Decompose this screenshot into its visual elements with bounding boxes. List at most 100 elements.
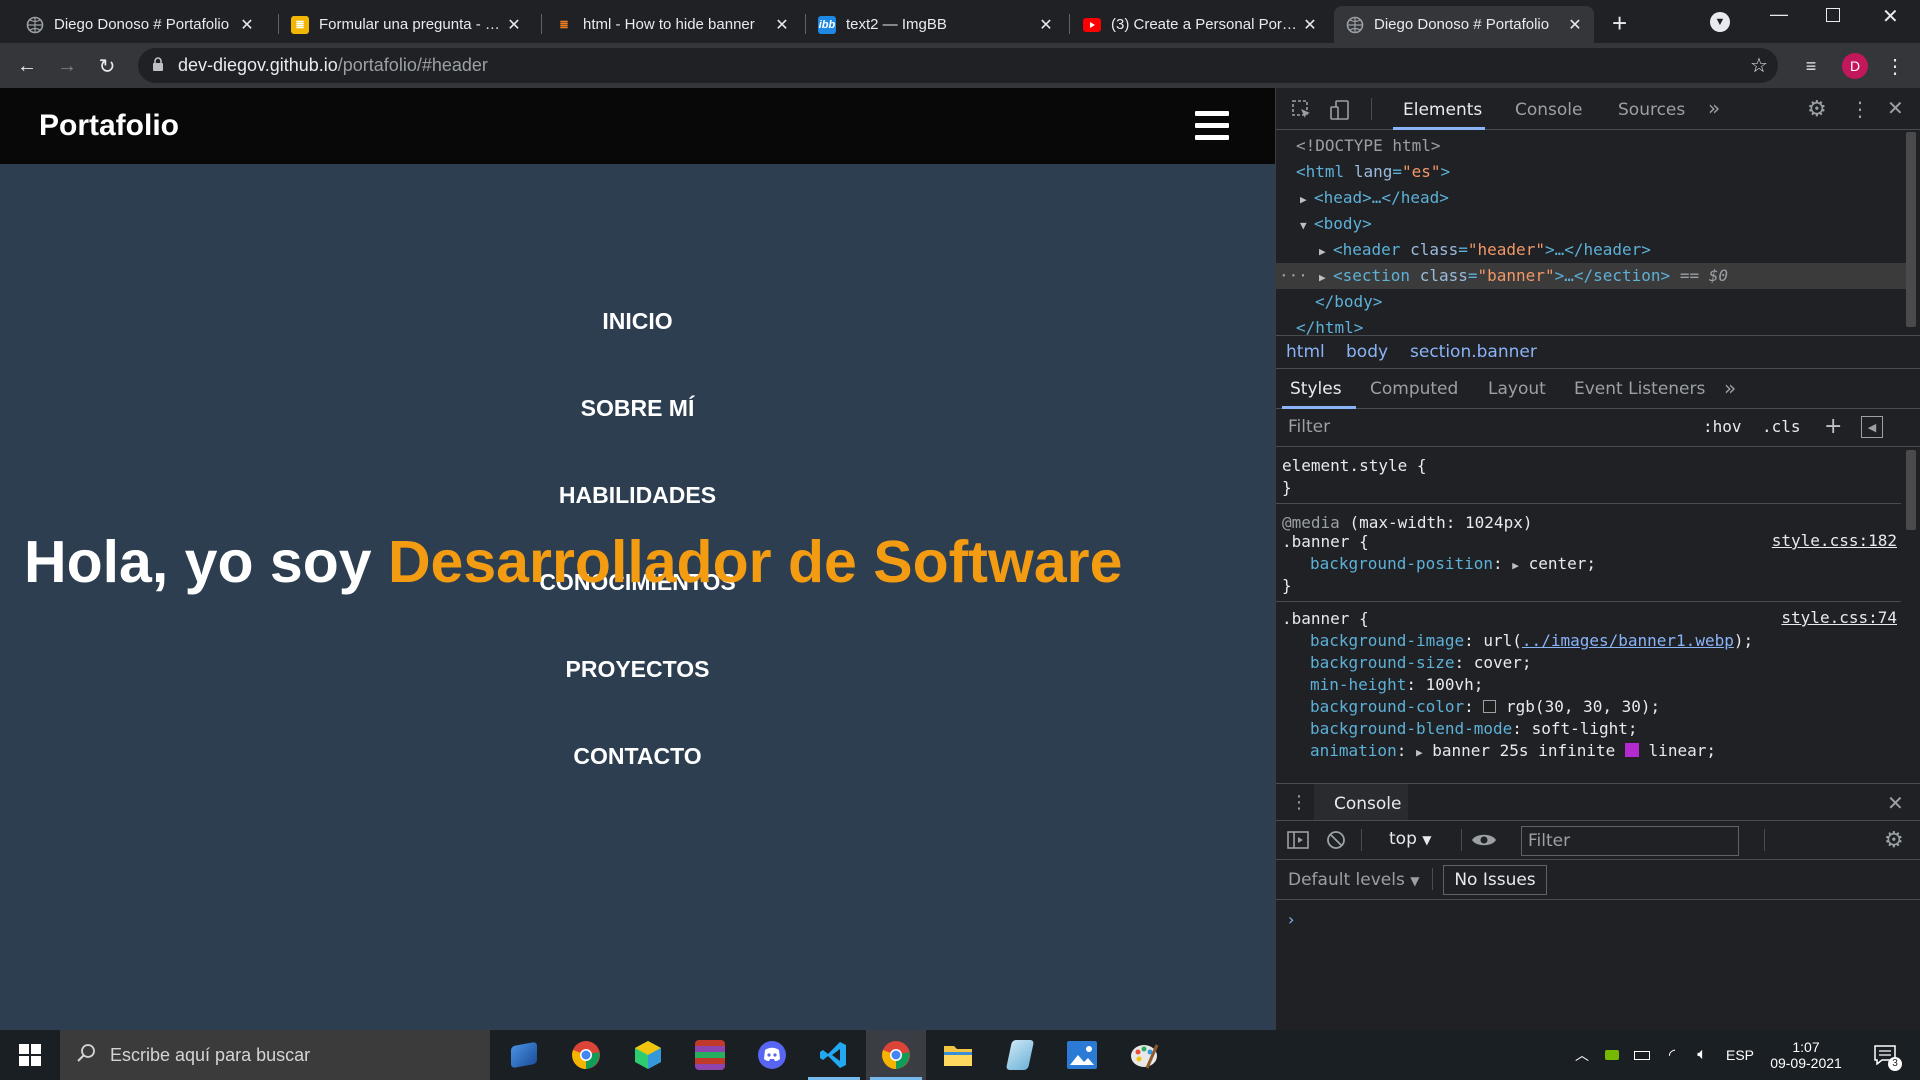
forward-icon[interactable]: → — [52, 51, 82, 81]
dom-node[interactable]: ▶ <header class="header">…</header> — [1276, 237, 1906, 263]
browser-tab[interactable]: (3) Create a Personal Portfolio ✕ — [1071, 6, 1329, 43]
dom-node[interactable]: <!DOCTYPE html> — [1276, 133, 1906, 159]
crumb-section-banner[interactable]: section.banner — [1410, 342, 1537, 362]
context-selector[interactable]: top ▼ — [1389, 829, 1432, 849]
live-expression-eye-icon[interactable] — [1470, 829, 1498, 851]
close-tab-icon[interactable]: ✕ — [771, 15, 793, 35]
css-declaration[interactable]: background-color: rgb(30, 30, 30); — [1310, 696, 1660, 718]
browser-tab[interactable]: ≣ Formular una pregunta - Stack ✕ — [279, 6, 533, 43]
hamburger-menu-icon[interactable] — [1195, 111, 1229, 141]
dom-scrollbar[interactable] — [1906, 132, 1916, 327]
nav-link-habilidades[interactable]: HABILIDADES — [0, 482, 1275, 509]
tab-event-listeners[interactable]: Event Listeners — [1574, 379, 1705, 399]
wifi-icon[interactable]: ◜ — [1660, 1030, 1684, 1080]
console-settings-gear-icon[interactable]: ⚙ — [1884, 828, 1904, 853]
dom-node-selected[interactable]: ··· ▶ <section class="banner">…</section> … — [1276, 263, 1906, 289]
profile-avatar[interactable]: D — [1842, 53, 1868, 79]
close-window-icon[interactable]: ✕ — [1882, 4, 1899, 29]
winrar-icon[interactable] — [680, 1030, 740, 1080]
new-style-rule-icon[interactable]: + — [1824, 414, 1842, 439]
device-toolbar-icon[interactable] — [1328, 98, 1352, 122]
css-declaration[interactable]: min-height: 100vh; — [1310, 674, 1483, 696]
dom-node[interactable]: ▶ <head>…</head> — [1276, 185, 1906, 211]
clock[interactable]: 1:07 09-09-2021 — [1764, 1030, 1848, 1080]
css-declaration[interactable]: background-blend-mode: soft-light; — [1310, 718, 1638, 740]
css-declaration[interactable]: animation: ▶ banner 25s infinite linear; — [1310, 740, 1716, 762]
more-tabs-icon[interactable]: » — [1708, 96, 1720, 120]
task-view-icon[interactable] — [494, 1030, 554, 1080]
notepad-icon[interactable] — [990, 1030, 1050, 1080]
console-sidebar-icon[interactable] — [1286, 829, 1310, 851]
css-declaration[interactable]: background-position: ▶ center; — [1310, 553, 1596, 575]
bookmark-star-icon[interactable]: ☆ — [1750, 53, 1768, 78]
devtools-menu-icon[interactable]: ⋮ — [1850, 97, 1870, 121]
dom-node[interactable]: </body> — [1276, 289, 1906, 315]
volume-icon[interactable]: 🔈︎ — [1690, 1030, 1714, 1080]
close-tab-icon[interactable]: ✕ — [503, 15, 525, 35]
lock-icon[interactable] — [152, 56, 168, 75]
reading-list-icon[interactable]: ≡ — [1796, 51, 1826, 81]
chrome-active-icon[interactable] — [866, 1030, 926, 1080]
back-icon[interactable]: ← — [12, 51, 42, 81]
discord-icon[interactable] — [742, 1030, 802, 1080]
nvidia-tray-icon[interactable] — [1600, 1030, 1624, 1080]
vscode-icon[interactable] — [804, 1030, 864, 1080]
photos-icon[interactable] — [1052, 1030, 1112, 1080]
reload-icon[interactable]: ↻ — [92, 51, 122, 81]
close-devtools-icon[interactable]: ✕ — [1887, 96, 1904, 120]
tab-layout[interactable]: Layout — [1488, 379, 1546, 399]
rule-selector[interactable]: .banner { — [1282, 531, 1369, 553]
nav-link-contacto[interactable]: CONTACTO — [0, 743, 1275, 770]
tab-console[interactable]: Console — [1515, 100, 1583, 120]
chrome-icon[interactable] — [556, 1030, 616, 1080]
nav-link-inicio[interactable]: INICIO — [0, 308, 1275, 335]
close-drawer-icon[interactable]: ✕ — [1887, 791, 1904, 815]
windows-start-icon[interactable] — [0, 1030, 60, 1080]
dom-node[interactable]: <html lang="es"> — [1276, 159, 1906, 185]
package-app-icon[interactable] — [618, 1030, 678, 1080]
dom-node[interactable]: </html> — [1276, 315, 1906, 335]
settings-gear-icon[interactable]: ⚙ — [1807, 97, 1827, 122]
minimize-icon[interactable]: — — [1770, 4, 1788, 25]
language-indicator[interactable]: ESP — [1722, 1030, 1758, 1080]
default-levels-dropdown[interactable]: Default levels ▼ — [1288, 870, 1419, 890]
toggle-sidebar-icon[interactable]: ◀ — [1861, 416, 1883, 438]
paint-icon[interactable] — [1114, 1030, 1174, 1080]
styles-filter-input[interactable]: Filter — [1284, 413, 1689, 441]
close-tab-icon[interactable]: ✕ — [236, 15, 258, 35]
easing-editor-icon[interactable] — [1624, 743, 1639, 757]
taskbar-search-box[interactable]: Escribe aquí para buscar — [60, 1030, 490, 1080]
tab-styles[interactable]: Styles — [1290, 379, 1342, 399]
tab-sources[interactable]: Sources — [1618, 100, 1685, 120]
crumb-body[interactable]: body — [1346, 342, 1388, 362]
notifications-icon[interactable]: 3 — [1862, 1030, 1908, 1080]
styles-scrollbar[interactable] — [1906, 450, 1916, 530]
console-prompt-icon[interactable]: › — [1288, 910, 1294, 929]
browser-tab-active[interactable]: Diego Donoso # Portafolio ✕ — [1334, 6, 1594, 43]
dom-node[interactable]: ▼ <body> — [1276, 211, 1906, 237]
color-swatch[interactable] — [1483, 700, 1497, 713]
close-tab-icon[interactable]: ✕ — [1035, 15, 1057, 35]
battery-icon[interactable] — [1630, 1030, 1654, 1080]
inspect-element-icon[interactable] — [1290, 98, 1314, 122]
nav-link-proyectos[interactable]: PROYECTOS — [0, 656, 1275, 683]
console-filter-input[interactable]: Filter — [1521, 826, 1739, 856]
css-declaration[interactable]: background-size: cover; — [1310, 652, 1532, 674]
drawer-tab-console[interactable]: Console — [1334, 794, 1402, 814]
browser-tab[interactable]: ≣ html - How to hide banner ✕ — [543, 6, 801, 43]
site-logo[interactable]: Portafolio — [39, 109, 179, 143]
address-bar[interactable]: dev-diegov.github.io/portafolio/#header … — [138, 48, 1778, 83]
issues-button[interactable]: No Issues — [1443, 865, 1547, 895]
new-tab-icon[interactable]: + — [1612, 8, 1627, 39]
tab-elements[interactable]: Elements — [1403, 100, 1482, 120]
more-options-icon[interactable]: ⋮ — [1880, 51, 1910, 81]
browser-tab[interactable]: ibb text2 — ImgBB ✕ — [806, 6, 1065, 43]
hov-button[interactable]: :hov — [1703, 417, 1742, 436]
clear-console-icon[interactable] — [1324, 829, 1348, 851]
file-explorer-icon[interactable] — [928, 1030, 988, 1080]
source-link[interactable]: style.css:182 — [1772, 531, 1897, 550]
close-tab-icon[interactable]: ✕ — [1299, 15, 1321, 35]
rule-selector[interactable]: element.style { — [1282, 455, 1427, 477]
rule-selector[interactable]: .banner { — [1282, 608, 1369, 630]
nav-link-sobre-mi[interactable]: SOBRE MÍ — [0, 395, 1275, 422]
